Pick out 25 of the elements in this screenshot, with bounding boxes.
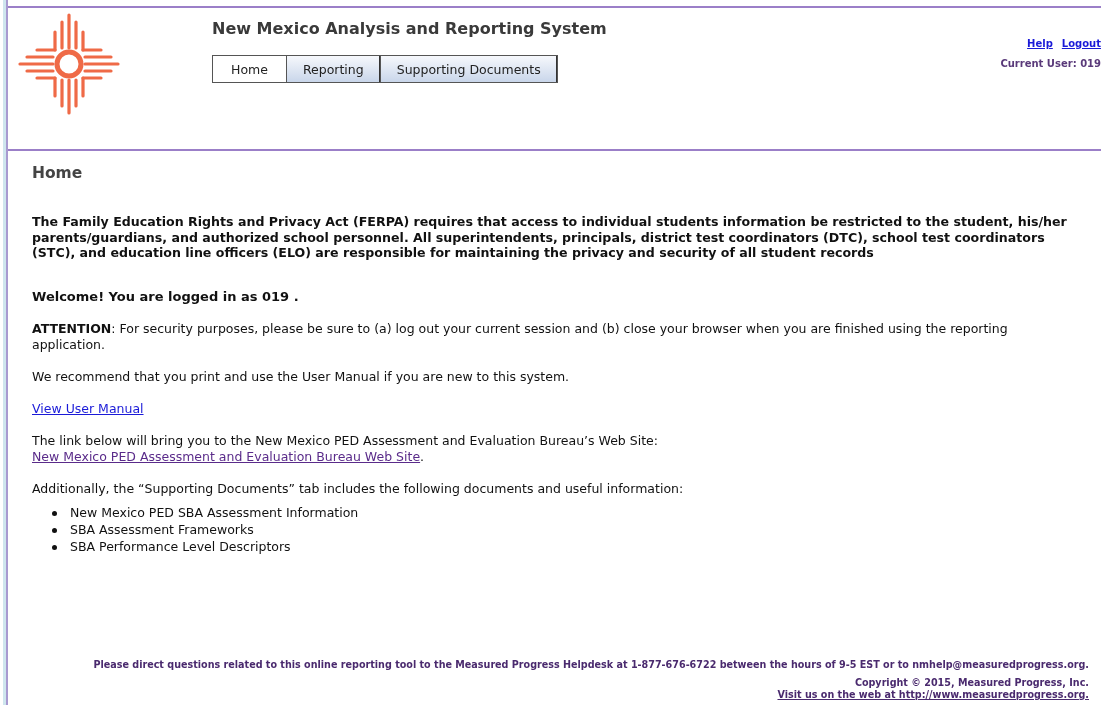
app-title: New Mexico Analysis and Reporting System	[212, 19, 608, 38]
copyright-text: Copyright © 2015, Measured Progress, Inc.	[854, 677, 1089, 689]
current-user-label: Current User: 019	[1000, 58, 1101, 69]
period-text: .	[420, 448, 425, 464]
welcome-message: Welcome! You are logged in as 019 .	[32, 288, 300, 305]
helpdesk-contact-text: Please direct questions related to this online reporting tool to the Measured Progress Helpdesk at 1-877-676-6722 between the hours of 9-5 EST or to nmhelp@measuredprogress.org.	[93, 659, 1089, 671]
user-manual-link[interactable]: View User Manual	[32, 400, 144, 416]
nav-tab[interactable]: Reporting	[286, 55, 381, 83]
document-item: SBA Assessment Frameworks	[70, 522, 254, 538]
recommendation-text: We recommend that you print and use the User Manual if you are new to this system.	[32, 368, 571, 385]
nav-tab[interactable]: Home	[212, 55, 287, 83]
attention-notice: ATTENTION: For security purposes, please be sure to (a) log out your current session and (b) close your browser when you are finished using the reporting application.	[32, 320, 1009, 353]
ferpa-notice: The Family Education Rights and Privacy Act (FERPA) requires that access to individual students information be restricted to the student, his/her parents/guardians, and authorized school personnel. All superintendents, principals, district test coordinators (DTC), school test coordinators (STC), and education line officers (ELO) are responsible for maintaining the privacy and security of all student records	[32, 214, 1068, 261]
bureau-intro-text: The link below will bring you to the New Mexico PED Assessment and Evaluation Bureau’s Web Site:	[32, 432, 658, 448]
document-item: New Mexico PED SBA Assessment Information	[70, 505, 359, 521]
header-link[interactable]: Help	[1027, 38, 1053, 49]
company-web-link[interactable]: Visit us on the web at http://www.measuredprogress.org.	[777, 689, 1089, 701]
nav-tab[interactable]: Supporting Documents	[380, 55, 558, 83]
header-link[interactable]: Logout	[1061, 38, 1101, 49]
document-item: SBA Performance Level Descriptors	[70, 539, 291, 555]
bullet-icon	[52, 544, 57, 550]
bullet-icon	[52, 527, 57, 533]
page-heading: Home	[32, 165, 84, 181]
bullet-icon	[52, 510, 57, 516]
documents-intro-text: Additionally, the “Supporting Documents” tab includes the following documents and useful information:	[32, 480, 684, 496]
